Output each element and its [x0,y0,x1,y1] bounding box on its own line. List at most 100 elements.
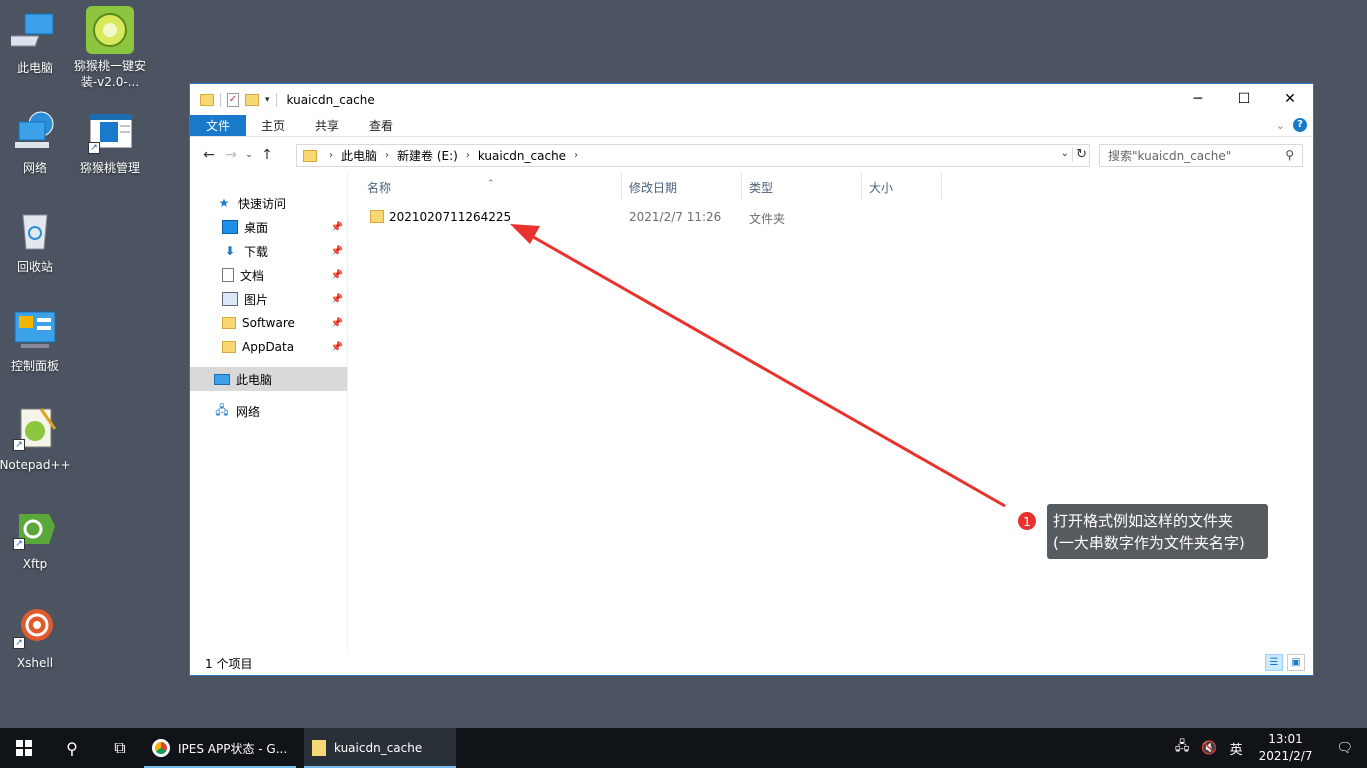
shortcut-arrow-icon: ↗ [13,538,25,550]
network-icon [11,108,59,156]
desktop-icon-control-panel[interactable]: 控制面板 [0,306,73,374]
windows-start-icon[interactable] [0,728,48,768]
search-placeholder: 搜索"kuaicdn_cache" [1108,149,1232,163]
properties-icon[interactable]: ✓ [227,92,239,107]
separator [220,92,221,107]
desktop-icon-recycle-bin[interactable]: 回收站 [0,207,73,275]
volume-muted-icon[interactable]: 🔇 [1195,741,1223,756]
nav-item-pictures[interactable]: 图片 📌 [190,287,347,311]
help-icon[interactable]: ? [1293,118,1307,132]
column-divider[interactable] [861,173,862,199]
chevron-right-icon[interactable]: › [381,150,393,161]
xshell-icon: ↗ [11,603,59,651]
network-status-icon[interactable]: 🖧 [1169,737,1196,759]
chevron-right-icon[interactable]: › [462,150,474,161]
desktop-icon-this-pc[interactable]: 此电脑 [0,8,73,76]
nav-this-pc[interactable]: 此电脑 [190,367,347,391]
search-icon[interactable]: ⚲ [48,728,96,768]
annotation-line-2: (一大串数字作为文件夹名字) [1053,534,1245,552]
nav-network[interactable]: 🖧 网络 [190,399,347,423]
nav-quick-access[interactable]: ★ 快速访问 [190,191,347,215]
nav-item-appdata[interactable]: AppData 📌 [190,335,347,359]
column-divider[interactable] [741,173,742,199]
desktop-icon-label: 此电脑 [16,61,53,75]
download-arrow-icon: ⬇ [224,244,236,258]
separator [275,92,277,107]
chevron-right-icon[interactable]: › [325,150,337,161]
task-view-icon[interactable]: ⧉ [96,728,144,768]
address-dropdown-icon[interactable]: ⌄ [1061,148,1069,159]
search-input[interactable]: 搜索"kuaicdn_cache" ⚲ [1099,144,1303,167]
tab-file[interactable]: 文件 [190,115,247,136]
chevron-right-icon[interactable]: › [570,150,582,161]
nav-item-downloads[interactable]: ⬇ 下载 📌 [190,239,347,263]
column-size[interactable]: 大小 [869,179,893,196]
nav-item-documents[interactable]: 文档 📌 [190,263,347,287]
notification-center-icon[interactable]: 🗨 [1322,741,1367,756]
column-divider[interactable] [621,173,622,199]
kiwi-icon [86,6,134,54]
desktop-icon-xshell[interactable]: ↗ Xshell [0,603,73,671]
desktop-icon-network[interactable]: 网络 [0,108,73,176]
up-arrow-icon[interactable]: ↑ [256,147,278,163]
navigation-row: ← → ⌄ ↑ › 此电脑 › 新建卷 (E:) › kuaicdn_cache… [190,137,1313,173]
explorer-window: ✓ ▾ kuaicdn_cache ─ ☐ ✕ 文件 主页 共享 查看 ⌄ ? … [189,83,1314,676]
details-view-icon[interactable]: ☰ [1265,654,1283,671]
clock[interactable]: 13:01 2021/2/7 [1249,731,1323,765]
clock-date: 2021/2/7 [1258,749,1313,763]
customize-dropdown-icon[interactable]: ▾ [265,95,270,105]
pin-icon: 📌 [330,341,343,353]
file-name: 2021020711264225 [389,210,512,224]
desktop-icon-notepad-plus-plus[interactable]: ↗ Notepad++ [0,405,73,473]
nav-item-desktop[interactable]: 桌面 📌 [190,215,347,239]
taskbar-app-chrome[interactable]: IPES APP状态 - G... [144,728,296,768]
shortcut-arrow-icon: ↗ [13,439,25,451]
title-bar: ✓ ▾ kuaicdn_cache ─ ☐ ✕ [190,84,1313,115]
minimize-button[interactable]: ─ [1175,84,1221,114]
column-type[interactable]: 类型 [749,179,773,196]
new-folder-icon[interactable] [245,93,259,106]
file-type: 文件夹 [749,212,786,226]
recycle-bin-icon [11,207,59,255]
nav-label: Software [242,316,295,330]
nav-label: 图片 [244,292,269,307]
tab-view[interactable]: 查看 [354,115,408,136]
desktop-icon [222,220,238,234]
column-date[interactable]: 修改日期 [629,179,677,196]
computer-icon [214,373,230,385]
column-name[interactable]: 名称 [367,179,391,196]
nav-item-software[interactable]: Software 📌 [190,311,347,335]
desktop-icon-xftp[interactable]: ↗ Xftp [0,504,73,572]
breadcrumb-volume-e[interactable]: 新建卷 (E:) [393,147,462,164]
pin-icon: 📌 [330,317,343,329]
breadcrumb-this-pc[interactable]: 此电脑 [337,147,381,164]
recent-locations-icon[interactable]: ⌄ [242,150,256,160]
tab-home[interactable]: 主页 [246,115,300,136]
file-date: 2021/2/7 11:26 [629,210,722,224]
refresh-icon[interactable]: ↻ [1072,147,1087,162]
desktop-icon-kiwi-installer[interactable]: 猕猴桃一键安装-v2.0-... [72,6,148,90]
tab-share[interactable]: 共享 [300,115,354,136]
close-button[interactable]: ✕ [1267,84,1313,114]
network-icon: 🖧 [215,402,229,417]
breadcrumb-kuaicdn-cache[interactable]: kuaicdn_cache [474,149,570,163]
large-icons-view-icon[interactable]: ▣ [1287,654,1305,671]
maximize-button[interactable]: ☐ [1221,84,1267,114]
forward-arrow-icon[interactable]: → [220,147,242,163]
taskbar-app-explorer[interactable]: kuaicdn_cache [304,728,456,768]
desktop-icon-kiwi-manager[interactable]: ↗ 猕猴桃管理 [72,108,148,176]
taskbar: ⚲ ⧉ IPES APP状态 - G... kuaicdn_cache 🖧 🔇 … [0,728,1367,768]
back-arrow-icon[interactable]: ← [198,147,220,163]
desktop-icon-label: 猕猴桃管理 [79,161,140,175]
file-list: ⌃ 名称 修改日期 类型 大小 2021020711264225 2021/2/… [349,173,1313,653]
clock-time: 13:01 [1268,732,1303,746]
pin-icon: 📌 [330,245,343,257]
address-bar[interactable]: › 此电脑 › 新建卷 (E:) › kuaicdn_cache › ⌄ ↻ [296,144,1090,167]
pin-icon: 📌 [330,293,343,305]
column-divider[interactable] [941,173,942,199]
table-row[interactable]: 2021020711264225 2021/2/7 11:26 文件夹 [349,205,1313,229]
expand-ribbon-icon[interactable]: ⌄ [1276,119,1285,132]
input-method-indicator[interactable]: 英 [1224,739,1249,758]
search-icon[interactable]: ⚲ [1285,148,1294,162]
computer-icon [0,8,59,56]
